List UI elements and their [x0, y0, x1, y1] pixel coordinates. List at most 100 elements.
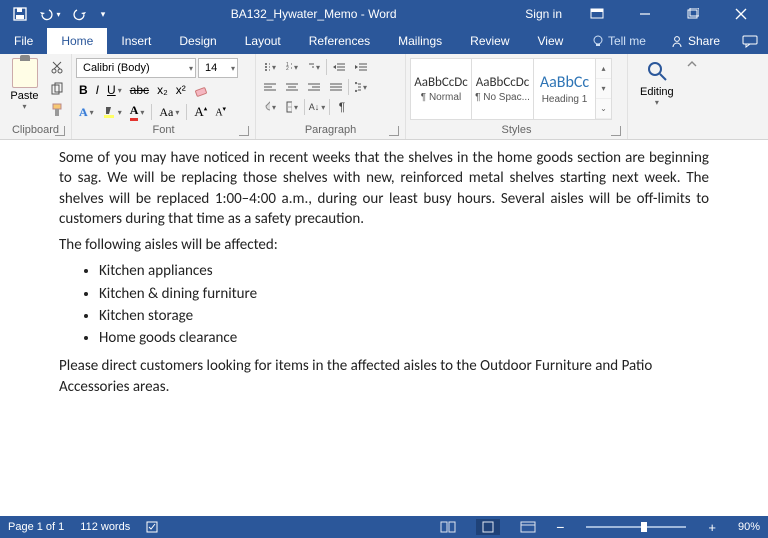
font-launcher[interactable]	[239, 126, 249, 136]
paste-label: Paste	[10, 90, 38, 102]
paste-button[interactable]: Paste ▾	[4, 56, 45, 111]
align-center-button[interactable]	[282, 78, 302, 96]
tab-design[interactable]: Design	[165, 28, 230, 54]
group-clipboard: Paste ▾ Clipboard	[0, 54, 72, 139]
list-item[interactable]: Home goods clearance	[99, 328, 709, 348]
styles-launcher[interactable]	[611, 126, 621, 136]
justify-icon	[330, 82, 342, 92]
read-mode-button[interactable]	[436, 519, 460, 535]
italic-button[interactable]: I	[93, 80, 102, 100]
group-paragraph-label: Paragraph	[305, 124, 356, 136]
list-item[interactable]: Kitchen & dining furniture	[99, 284, 709, 304]
word-count[interactable]: 112 words	[80, 521, 130, 533]
shrink-font-button[interactable]: A▾	[212, 102, 229, 122]
tab-review[interactable]: Review	[456, 28, 523, 54]
minimize-button[interactable]	[624, 0, 666, 28]
bullets-button[interactable]	[260, 58, 280, 76]
minimize-icon	[639, 8, 651, 20]
paragraph[interactable]: The following aisles will be affected:	[59, 235, 709, 255]
align-left-button[interactable]	[260, 78, 280, 96]
ribbon-tabs: File Home Insert Design Layout Reference…	[0, 28, 768, 54]
show-marks-button[interactable]: ¶	[332, 98, 352, 116]
outdent-icon	[333, 62, 345, 72]
bullet-list[interactable]: Kitchen appliances Kitchen & dining furn…	[99, 261, 709, 348]
zoom-slider[interactable]	[586, 526, 686, 528]
change-case-button[interactable]: Aa	[156, 102, 182, 122]
justify-button[interactable]	[326, 78, 346, 96]
tab-home[interactable]: Home	[47, 28, 107, 54]
styles-up-icon[interactable]: ▴	[596, 59, 611, 79]
tab-view[interactable]: View	[524, 28, 578, 54]
styles-gallery-scroll[interactable]: ▴ ▾ ⌄	[596, 58, 612, 120]
save-button[interactable]	[6, 2, 34, 26]
share-button[interactable]: Share	[658, 28, 732, 54]
font-name-select[interactable]: Calibri (Body)▾	[76, 58, 196, 78]
clear-formatting-button[interactable]	[191, 80, 211, 100]
paragraph-launcher[interactable]	[389, 126, 399, 136]
cut-button[interactable]	[47, 58, 67, 78]
style-normal[interactable]: AaBbCcDc ¶ Normal	[410, 58, 472, 120]
page-indicator[interactable]: Page 1 of 1	[8, 521, 64, 533]
proofing-button[interactable]	[146, 520, 162, 534]
tab-insert[interactable]: Insert	[107, 28, 165, 54]
zoom-out-button[interactable]: −	[556, 519, 564, 535]
redo-button[interactable]	[66, 2, 94, 26]
increase-indent-button[interactable]	[351, 58, 371, 76]
list-item[interactable]: Kitchen appliances	[99, 261, 709, 281]
font-color-button[interactable]: A	[127, 102, 148, 122]
copy-button[interactable]	[47, 79, 67, 99]
styles-gallery[interactable]: AaBbCcDc ¶ Normal AaBbCcDc ¶ No Spac... …	[410, 58, 612, 120]
bold-button[interactable]: B	[76, 80, 91, 100]
strikethrough-button[interactable]: abc	[127, 80, 152, 100]
superscript-button[interactable]: x²	[173, 80, 189, 100]
style-nospacing[interactable]: AaBbCcDc ¶ No Spac...	[472, 58, 534, 120]
style-heading1[interactable]: AaBbCc Heading 1	[534, 58, 596, 120]
clipboard-launcher[interactable]	[55, 126, 65, 136]
web-layout-button[interactable]	[516, 519, 540, 535]
format-painter-icon	[50, 103, 64, 117]
ribbon-display-button[interactable]	[576, 0, 618, 28]
highlight-button[interactable]	[99, 102, 125, 122]
font-size-select[interactable]: 14▾	[198, 58, 238, 78]
numbering-button[interactable]: 12	[282, 58, 302, 76]
paragraph[interactable]: Please direct customers looking for item…	[59, 356, 709, 397]
tab-mailings[interactable]: Mailings	[384, 28, 456, 54]
lightbulb-icon	[592, 35, 604, 47]
shading-button[interactable]	[260, 98, 280, 116]
tab-layout[interactable]: Layout	[231, 28, 295, 54]
list-item[interactable]: Kitchen storage	[99, 306, 709, 326]
grow-font-button[interactable]: A▴	[191, 102, 210, 122]
find-button[interactable]	[646, 60, 668, 82]
styles-down-icon[interactable]: ▾	[596, 79, 611, 99]
text-effects-button[interactable]: A	[76, 102, 97, 122]
zoom-thumb[interactable]	[641, 522, 647, 532]
zoom-in-button[interactable]: +	[708, 520, 716, 535]
maximize-button[interactable]	[672, 0, 714, 28]
format-painter-button[interactable]	[47, 100, 67, 120]
tell-me[interactable]: Tell me	[580, 28, 658, 54]
signin-link[interactable]: Sign in	[517, 7, 570, 21]
close-icon	[735, 8, 747, 20]
decrease-indent-button[interactable]	[329, 58, 349, 76]
undo-button[interactable]: ▾	[36, 2, 64, 26]
subscript-button[interactable]: x₂	[154, 80, 171, 100]
underline-button[interactable]: U	[104, 80, 125, 100]
comments-button[interactable]	[732, 28, 768, 54]
align-right-button[interactable]	[304, 78, 324, 96]
close-button[interactable]	[720, 0, 762, 28]
qat-customize[interactable]: ▾	[96, 2, 110, 26]
multilevel-button[interactable]	[304, 58, 324, 76]
document-area[interactable]: Some of you may have noticed in recent w…	[0, 140, 768, 516]
sort-button[interactable]: A↓	[307, 98, 327, 116]
tab-references[interactable]: References	[295, 28, 384, 54]
undo-icon	[39, 7, 55, 21]
tab-file[interactable]: File	[0, 28, 47, 54]
document-page[interactable]: Some of you may have noticed in recent w…	[59, 148, 709, 397]
print-layout-button[interactable]	[476, 519, 500, 535]
styles-more-icon[interactable]: ⌄	[596, 99, 611, 119]
borders-button[interactable]	[282, 98, 302, 116]
zoom-value[interactable]: 90%	[738, 521, 760, 533]
collapse-ribbon-button[interactable]	[682, 54, 702, 139]
line-spacing-button[interactable]	[351, 78, 371, 96]
paragraph[interactable]: Some of you may have noticed in recent w…	[59, 148, 709, 229]
